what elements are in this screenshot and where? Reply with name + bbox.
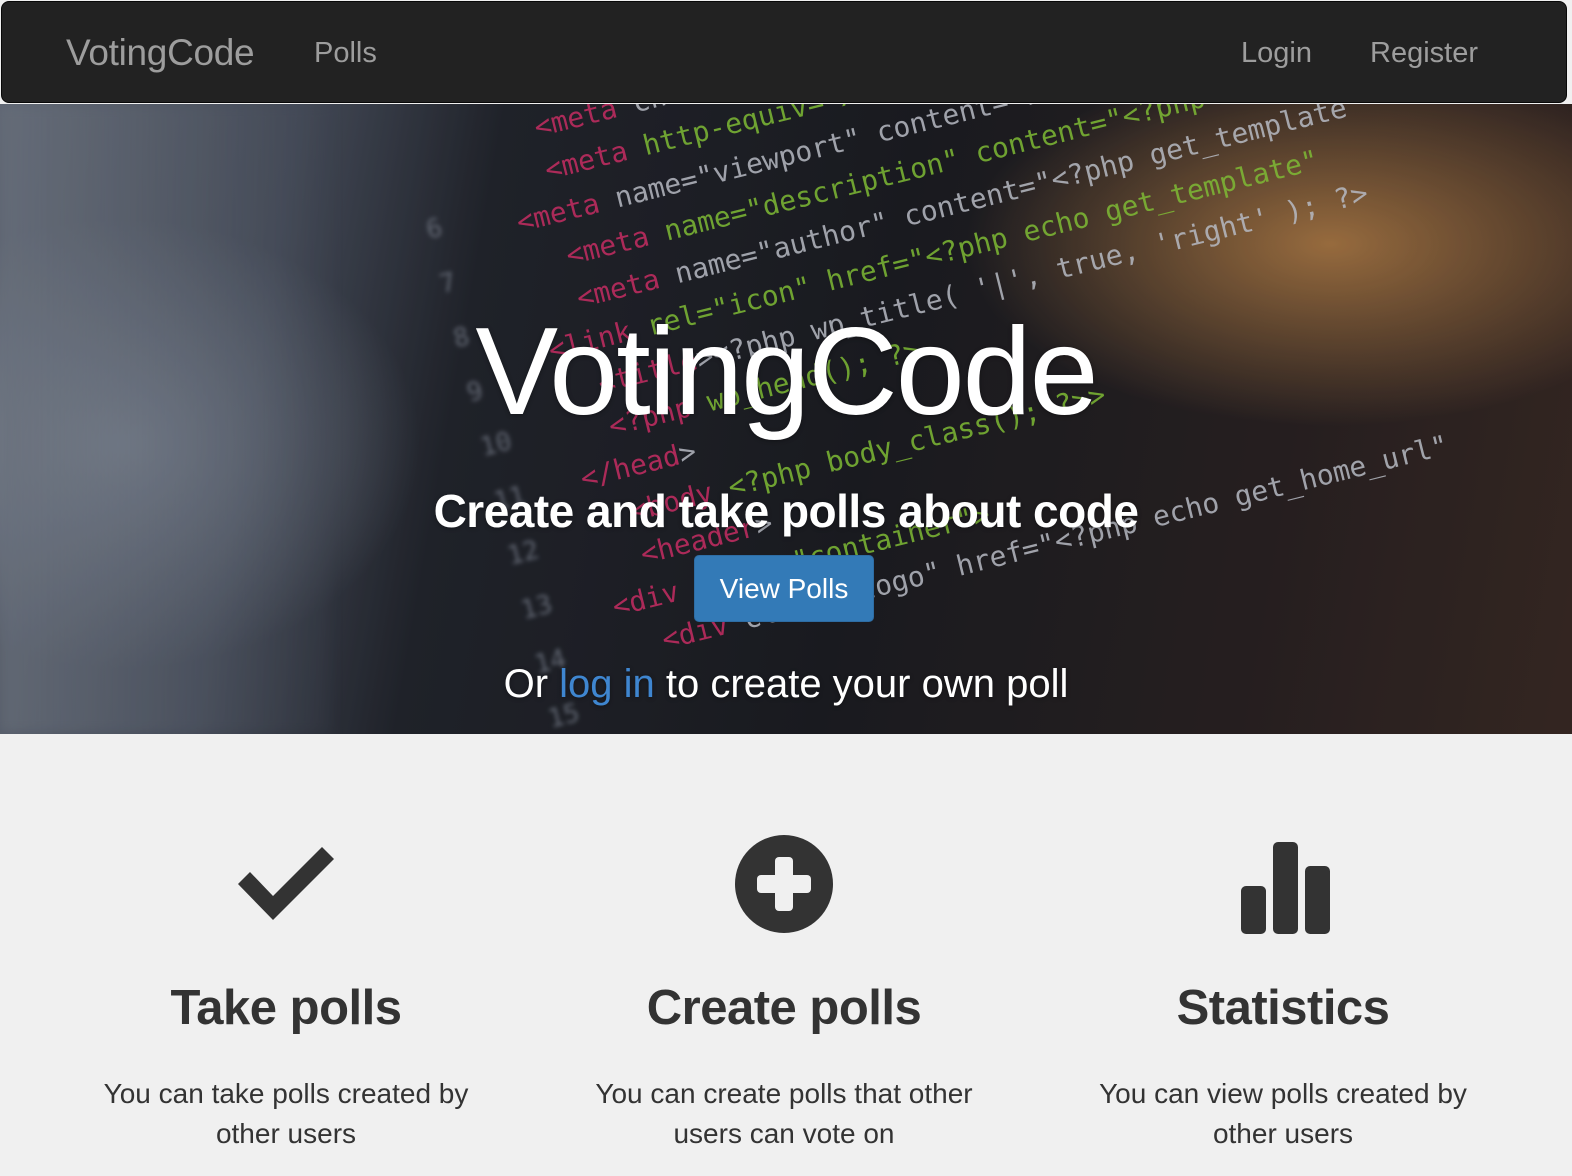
features-section: Take polls You can take polls created by…	[0, 734, 1572, 1176]
feature-title: Take polls	[170, 981, 402, 1035]
hero-subtitle: Create and take polls about code	[433, 485, 1139, 537]
nav-polls-link[interactable]: Polls	[314, 36, 377, 70]
hero-cta-text: Or log in to create your own poll	[0, 660, 1572, 708]
nav-register-link[interactable]: Register	[1370, 36, 1478, 70]
nav-login-link[interactable]: Login	[1241, 36, 1312, 70]
view-polls-button[interactable]: View Polls	[694, 555, 874, 622]
feature-description: You can take polls created by other user…	[103, 1078, 469, 1149]
hero-login-link[interactable]: log in	[559, 662, 655, 706]
feature-title: Create polls	[646, 981, 922, 1035]
bar-chart-icon	[1241, 842, 1330, 934]
plus-circle-icon	[735, 835, 833, 933]
hero-title: VotingCode	[475, 303, 1098, 441]
feature-title: Statistics	[1176, 981, 1390, 1035]
hero-cta-suffix: to create your own poll	[665, 662, 1069, 706]
checkmark-icon	[238, 847, 334, 920]
brand-link[interactable]: VotingCode	[66, 32, 255, 74]
feature-description: You can view polls created by other user…	[1099, 1078, 1467, 1149]
navbar: VotingCode Polls Login Register	[1, 1, 1567, 103]
hero-cta-prefix: Or	[503, 662, 549, 706]
feature-description: You can create polls that other users ca…	[595, 1078, 973, 1149]
hero-section: 6789101112131415 <head><meta charset="<?…	[0, 104, 1572, 734]
